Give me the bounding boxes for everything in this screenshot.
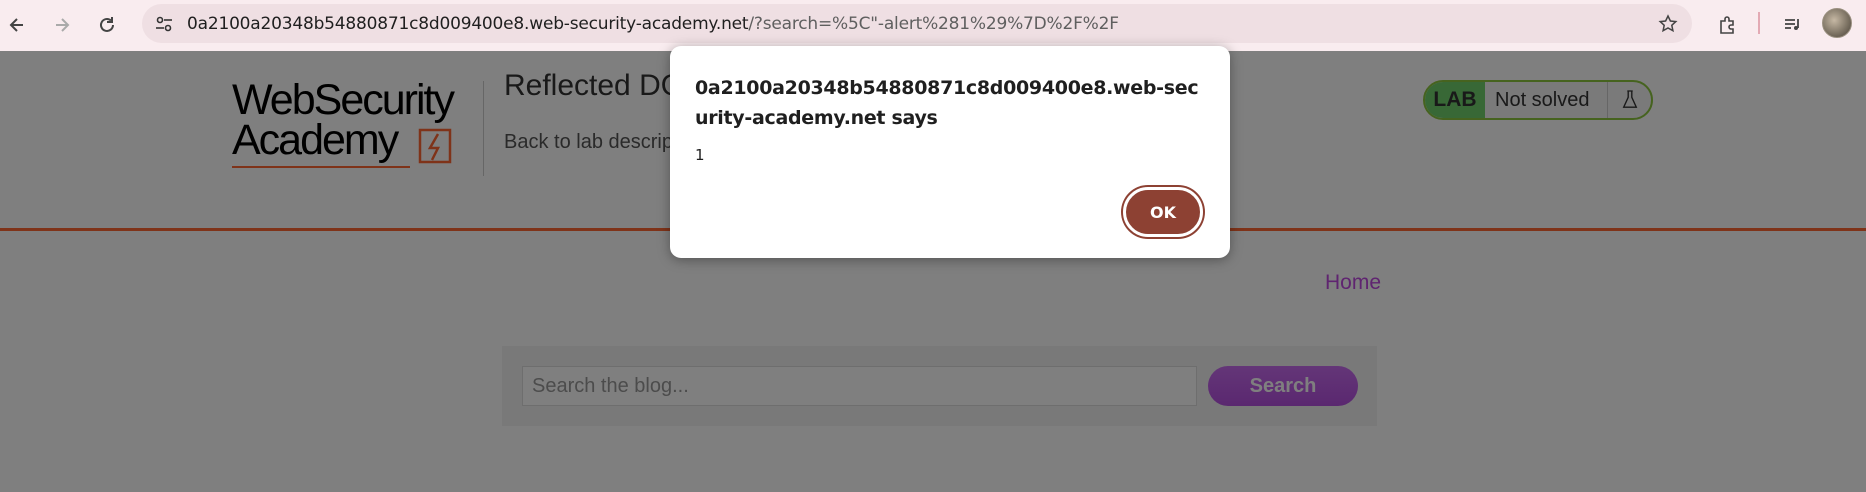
- address-bar[interactable]: 0a2100a20348b54880871c8d009400e8.web-sec…: [142, 4, 1692, 43]
- bookmark-star-icon[interactable]: [1656, 12, 1680, 36]
- alert-dialog: 0a2100a20348b54880871c8d009400e8.web-sec…: [670, 46, 1230, 258]
- url-host: 0a2100a20348b54880871c8d009400e8.web-sec…: [187, 14, 749, 34]
- toolbar-separator: [1758, 12, 1760, 34]
- dialog-message: 1: [695, 146, 705, 164]
- back-icon[interactable]: [0, 8, 34, 42]
- dialog-title: 0a2100a20348b54880871c8d009400e8.web-sec…: [695, 77, 1199, 129]
- extensions-icon[interactable]: [1710, 8, 1744, 42]
- url-path: /?search=%5C"-alert%281%29%7D%2F%2F: [748, 14, 1119, 34]
- profile-avatar[interactable]: [1822, 8, 1852, 38]
- reload-icon[interactable]: [90, 8, 124, 42]
- media-control-icon[interactable]: [1775, 8, 1809, 42]
- forward-icon[interactable]: [45, 8, 79, 42]
- browser-toolbar: 0a2100a20348b54880871c8d009400e8.web-sec…: [0, 0, 1866, 51]
- site-info-icon[interactable]: [152, 12, 176, 36]
- ok-button[interactable]: OK: [1123, 187, 1203, 237]
- url-text[interactable]: 0a2100a20348b54880871c8d009400e8.web-sec…: [187, 14, 1119, 34]
